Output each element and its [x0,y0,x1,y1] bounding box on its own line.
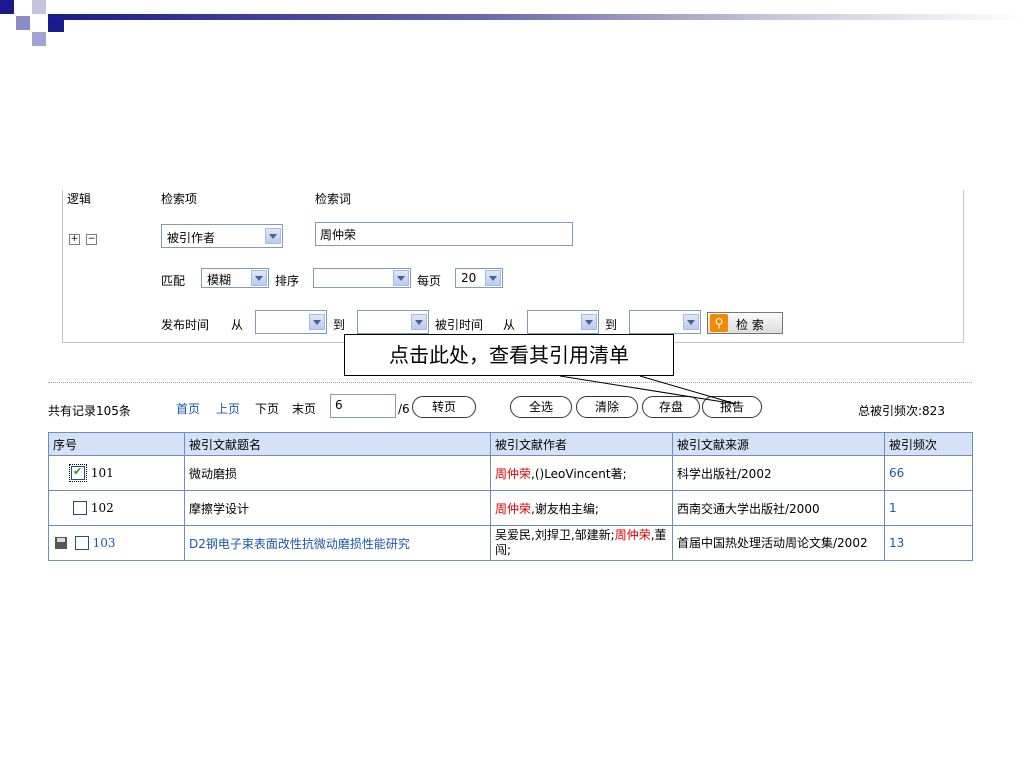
row-title: 微动磨损 [184,455,491,491]
callout-pointer [559,375,737,405]
row-number: 102 [90,500,114,515]
author-highlight[interactable]: 周仲荣 [495,502,531,516]
col-header-source: 被引文献来源 [672,432,885,456]
row-cited-count-link[interactable]: 1 [884,490,973,526]
row-number-cell: 101 [48,455,185,491]
table-row: 102 摩擦学设计 周仲荣,谢友柏主编; 西南交通大学出版社/2000 1 [48,490,973,526]
row-checkbox[interactable] [71,465,85,481]
callout-annotation: 点击此处，查看其引用清单 [344,334,674,376]
row-number: 103 [92,535,116,550]
row-author: 吴爱民,刘捍卫,邹建新;周仲荣,董闯; [490,525,673,561]
row-source: 首届中国热处理活动周论文集/2002 [672,525,885,561]
row-title: 摩擦学设计 [184,490,491,526]
col-header-author: 被引文献作者 [490,432,673,456]
row-checkbox[interactable] [74,536,89,551]
row-number: 101 [90,465,114,480]
row-number-cell: 102 [48,490,185,526]
table-row: 101 微动磨损 周仲荣,()LeoVincent著; 科学出版社/2002 6… [48,455,973,491]
floppy-disk-icon[interactable] [55,537,67,550]
col-header-count: 被引频次 [884,432,973,456]
author-prefix: 吴爱民,刘捍卫,邹建新; [495,528,615,542]
author-highlight[interactable]: 周仲荣 [615,528,651,542]
row-source: 西南交通大学出版社/2000 [672,490,885,526]
row-cited-count-link[interactable]: 66 [884,455,973,491]
author-highlight[interactable]: 周仲荣 [495,467,531,481]
author-rest: ,()LeoVincent著; [531,466,627,481]
author-rest: ,谢友柏主编; [531,501,599,516]
row-cited-count-link[interactable]: 13 [884,525,973,561]
row-title-link[interactable]: D2钢电子束表面改性抗微动磨损性能研究 [184,525,491,561]
results-table: 序号 被引文献题名 被引文献作者 被引文献来源 被引频次 101 微动磨损 周仲… [48,432,973,561]
col-header-title: 被引文献题名 [184,432,491,456]
row-author: 周仲荣,谢友柏主编; [490,490,673,526]
row-author: 周仲荣,()LeoVincent著; [490,455,673,491]
col-header-number: 序号 [48,432,185,456]
row-number-cell: 103 [48,525,185,561]
row-checkbox[interactable] [73,501,87,516]
table-row: 103 D2钢电子束表面改性抗微动磨损性能研究 吴爱民,刘捍卫,邹建新;周仲荣,… [48,525,973,561]
table-header-row: 序号 被引文献题名 被引文献作者 被引文献来源 被引频次 [48,432,973,456]
row-checkbox-focus [69,463,87,483]
row-source: 科学出版社/2002 [672,455,885,491]
